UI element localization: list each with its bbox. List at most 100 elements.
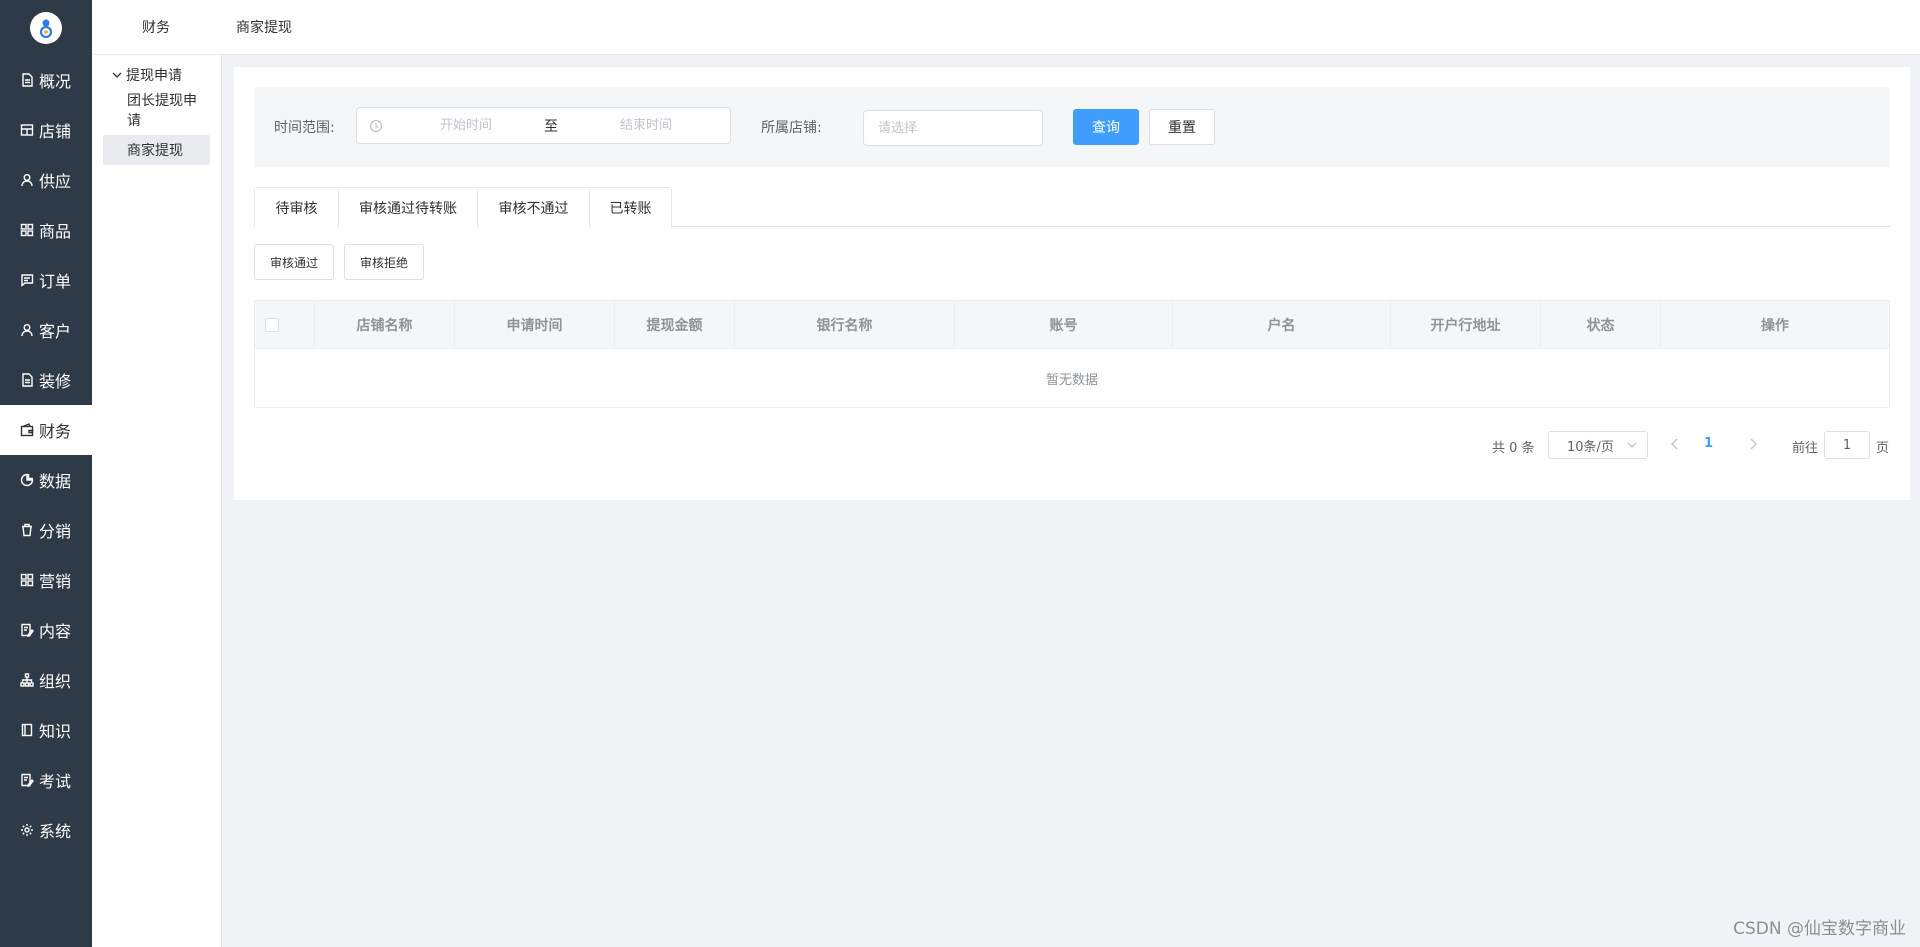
- nav-item-label: 分销: [39, 522, 72, 541]
- file-icon: [20, 373, 34, 387]
- secondary-menu: 提现申请 团长提现申请 商家提现: [92, 55, 222, 947]
- nav-item-content[interactable]: 内容: [0, 605, 92, 655]
- document-icon: [20, 73, 34, 87]
- nav-item-knowledge[interactable]: 知识: [0, 705, 92, 755]
- nav-item-supply[interactable]: 供应: [0, 155, 92, 205]
- tab-approved-pending-transfer[interactable]: 审核通过待转账: [338, 188, 477, 228]
- chevron-left-icon: [1671, 438, 1678, 450]
- status-tabs: 待审核 审核通过待转账 审核不通过 已转账: [254, 187, 1890, 228]
- goto-page-input[interactable]: [1824, 431, 1870, 459]
- nav-item-customers[interactable]: 客户: [0, 305, 92, 355]
- wallet-icon: [20, 423, 34, 437]
- submenu-item-leader-withdrawal[interactable]: 团长提现申请: [103, 93, 210, 129]
- nav-item-label: 装修: [39, 372, 72, 391]
- next-page-button[interactable]: [1746, 437, 1762, 453]
- submenu-group-label: 提现申请: [126, 68, 182, 84]
- org-chart-icon: [20, 673, 34, 687]
- chevron-down-icon: [112, 70, 122, 80]
- prev-page-button[interactable]: [1668, 437, 1684, 453]
- person-icon: [20, 173, 34, 187]
- nav-item-label: 客户: [39, 322, 72, 341]
- tab-transferred[interactable]: 已转账: [589, 188, 671, 228]
- message-icon: [20, 273, 34, 287]
- chevron-down-icon: [1627, 440, 1637, 450]
- column-header-amount: 提现金额: [615, 301, 735, 349]
- pagination-total: 共 0 条: [1492, 441, 1535, 456]
- select-all-checkbox[interactable]: [265, 318, 279, 332]
- nav-item-label: 内容: [39, 622, 72, 641]
- submenu-item-merchant-withdrawal[interactable]: 商家提现: [103, 135, 210, 165]
- store-icon: [20, 123, 34, 137]
- reset-button[interactable]: 重置: [1149, 109, 1215, 145]
- nav-item-label: 考试: [39, 772, 72, 791]
- nav-menu: 概况 店铺 供应 商品 订单 客户 装修 财务 数据 分销 营销 内容 组织 知…: [0, 55, 92, 855]
- watermark: CSDN @仙宝数字商业: [1733, 919, 1906, 939]
- end-date-input[interactable]: [571, 118, 721, 133]
- grid-icon: [20, 223, 34, 237]
- nav-item-products[interactable]: 商品: [0, 205, 92, 255]
- user-icon: [20, 323, 34, 337]
- submenu-group-withdrawal-requests[interactable]: 提现申请: [92, 55, 221, 95]
- reject-button[interactable]: 审核拒绝: [344, 244, 424, 280]
- logo-icon: [39, 19, 53, 38]
- logo-area: [0, 0, 92, 55]
- top-tab-finance[interactable]: 财务: [142, 17, 170, 37]
- date-range-picker[interactable]: 至: [356, 107, 731, 144]
- pagination: 共 0 条 10条/页 1 前往 页: [234, 431, 1910, 459]
- content-panel: 时间范围: 至 所属店铺: 查询 重置 待审核 审核通过待转账 审核不通过 已转…: [234, 67, 1910, 500]
- column-header-status: 状态: [1541, 301, 1661, 349]
- nav-item-store[interactable]: 店铺: [0, 105, 92, 155]
- nav-item-label: 知识: [39, 722, 72, 741]
- date-range-separator: 至: [544, 118, 558, 135]
- tab-rejected[interactable]: 审核不通过: [477, 188, 589, 228]
- table-empty-text: 暂无数据: [1045, 372, 1098, 388]
- top-tab-merchant-withdrawal[interactable]: 商家提现: [236, 17, 292, 37]
- nav-item-overview[interactable]: 概况: [0, 55, 92, 105]
- chart-icon: [20, 473, 34, 487]
- exam-icon: [20, 773, 34, 787]
- nav-item-system[interactable]: 系统: [0, 805, 92, 855]
- page-suffix-label: 页: [1876, 441, 1890, 456]
- nav-item-label: 系统: [39, 822, 72, 841]
- approve-button[interactable]: 审核通过: [254, 244, 334, 280]
- app-logo[interactable]: [30, 11, 62, 44]
- nav-item-decoration[interactable]: 装修: [0, 355, 92, 405]
- goto-label: 前往: [1792, 441, 1819, 456]
- column-header-account: 账号: [955, 301, 1173, 349]
- trash-bag-icon: [20, 523, 34, 537]
- nav-item-distribution[interactable]: 分销: [0, 505, 92, 555]
- nav-item-organization[interactable]: 组织: [0, 655, 92, 705]
- edit-doc-icon: [20, 623, 34, 637]
- page-number-current[interactable]: 1: [1704, 436, 1713, 451]
- notebook-icon: [20, 723, 34, 737]
- select-all-cell: [255, 301, 315, 349]
- column-header-bank-name: 银行名称: [735, 301, 955, 349]
- tab-list: 待审核 审核通过待转账 审核不通过 已转账: [254, 187, 672, 228]
- nav-item-label: 财务: [39, 422, 72, 441]
- main-sidebar: 概况 店铺 供应 商品 订单 客户 装修 财务 数据 分销 营销 内容 组织 知…: [0, 0, 92, 947]
- nav-item-label: 供应: [39, 172, 72, 191]
- query-button[interactable]: 查询: [1073, 109, 1139, 145]
- shop-label: 所属店铺:: [761, 120, 822, 136]
- clock-icon: [369, 119, 383, 133]
- shop-select[interactable]: [863, 110, 1043, 146]
- start-date-input[interactable]: [391, 118, 541, 133]
- column-header-account-holder: 户名: [1173, 301, 1391, 349]
- nav-item-exam[interactable]: 考试: [0, 755, 92, 805]
- nav-item-label: 概况: [39, 72, 72, 91]
- nav-item-label: 营销: [39, 572, 72, 591]
- nav-item-label: 店铺: [39, 122, 72, 141]
- gear-icon: [20, 823, 34, 837]
- nav-item-marketing[interactable]: 营销: [0, 555, 92, 605]
- nav-item-data[interactable]: 数据: [0, 455, 92, 505]
- grid-icon: [20, 573, 34, 587]
- nav-item-orders[interactable]: 订单: [0, 255, 92, 305]
- nav-item-finance[interactable]: 财务: [0, 405, 92, 455]
- column-header-actions: 操作: [1761, 318, 1789, 334]
- page-size-select[interactable]: 10条/页: [1548, 431, 1648, 459]
- top-bar: 财务 商家提现: [92, 0, 1920, 55]
- tab-pending-review[interactable]: 待审核: [255, 188, 338, 228]
- column-header-shop-name: 店铺名称: [315, 301, 455, 349]
- page-size-value: 10条/页: [1567, 439, 1614, 455]
- withdrawal-table: 店铺名称 申请时间 提现金额 银行名称 账号 户名 开户行地址 状态 操作 暂无…: [254, 300, 1890, 408]
